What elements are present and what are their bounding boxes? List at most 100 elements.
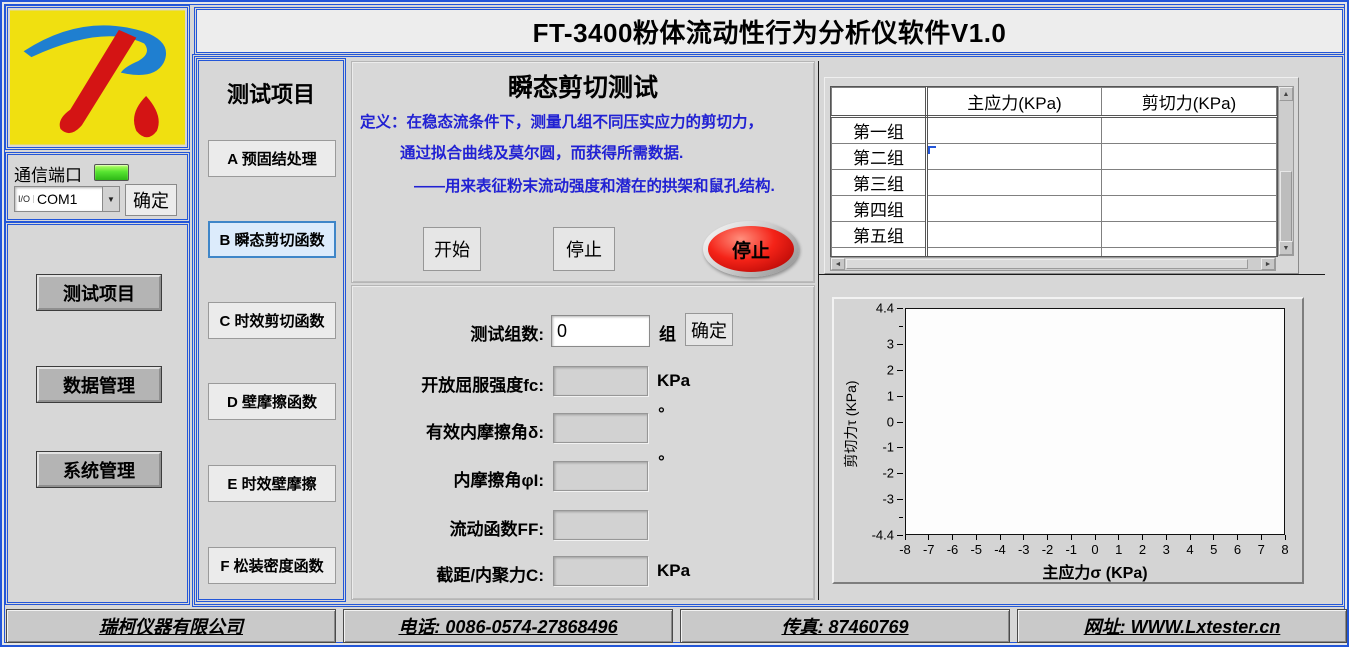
scroll-left-icon[interactable]: ◄ bbox=[831, 258, 845, 270]
menu-item-e-time-wall-friction[interactable]: E 时效壁摩擦 bbox=[208, 465, 336, 502]
delta-label: 有效内摩擦角δ: bbox=[352, 418, 544, 443]
comm-port-panel: 通信端口 I/O COM1 ▼ 确定 bbox=[7, 154, 188, 220]
row-label-group5: 第五组 bbox=[832, 222, 927, 248]
footer-bar: 瑞柯仪器有限公司 电话: 0086-0574-27868496 传真: 8746… bbox=[2, 609, 1349, 643]
vertical-divider bbox=[818, 61, 819, 600]
scroll-down-icon[interactable]: ▼ bbox=[1279, 241, 1293, 255]
vertical-scrollbar[interactable]: ▲ ▼ bbox=[1278, 86, 1294, 256]
cell-selection-marker bbox=[928, 146, 936, 154]
table-row: 第一组 bbox=[832, 117, 1277, 144]
test-groups-input[interactable] bbox=[551, 315, 650, 347]
start-button[interactable]: 开始 bbox=[423, 227, 481, 271]
menu-item-b-transient-shear[interactable]: B 瞬态剪切函数 bbox=[208, 221, 336, 258]
ff-label: 流动函数FF: bbox=[352, 515, 544, 540]
app-window: 通信端口 I/O COM1 ▼ 确定 测试项目 数据管理 系统管理 FT-340… bbox=[0, 0, 1349, 647]
stop-button[interactable]: 停止 bbox=[553, 227, 615, 271]
nav-data-management-button[interactable]: 数据管理 bbox=[37, 367, 161, 402]
row-label-group1: 第一组 bbox=[832, 117, 927, 144]
phi-value-box bbox=[553, 461, 648, 491]
delta-unit: ° bbox=[658, 404, 665, 424]
main-panel-title: 瞬态剪切测试 bbox=[352, 68, 814, 104]
test-menu-panel: 测试项目 A 预固结处理 B 瞬态剪切函数 C 时效剪切函数 D 壁摩擦函数 E… bbox=[198, 60, 344, 600]
scroll-up-icon[interactable]: ▲ bbox=[1279, 87, 1293, 101]
footer-website: 网址: WWW.Lxtester.cn bbox=[1017, 609, 1347, 643]
cell-group4-shear[interactable] bbox=[1102, 196, 1277, 222]
table-row bbox=[832, 248, 1277, 258]
definition-line-1: 定义：在稳态流条件下，测量几组不同压实应力的剪切力， bbox=[360, 110, 763, 132]
title-bar: FT-3400粉体流动性行为分析仪软件V1.0 bbox=[196, 9, 1343, 53]
ff-value-box bbox=[553, 510, 648, 540]
test-description-panel: 瞬态剪切测试 定义：在稳态流条件下，测量几组不同压实应力的剪切力， 通过拟合曲线… bbox=[351, 61, 815, 283]
x-axis-ticks: -8-7-6-5-4-3-2-1012345678 bbox=[905, 536, 1285, 558]
x-axis-label: 主应力σ (KPa) bbox=[905, 559, 1285, 583]
nav-test-items-button[interactable]: 测试项目 bbox=[37, 275, 161, 310]
results-table: 主应力(KPa) 剪切力(KPa) 第一组 第二组 bbox=[831, 87, 1277, 257]
cell-group5-stress[interactable] bbox=[927, 222, 1102, 248]
scroll-right-icon[interactable]: ► bbox=[1261, 258, 1275, 270]
io-icon: I/O bbox=[15, 195, 34, 203]
cohesion-unit: KPa bbox=[657, 561, 690, 581]
table-row: 第三组 bbox=[832, 170, 1277, 196]
logo-panel bbox=[7, 7, 188, 148]
cell-group1-stress[interactable] bbox=[927, 117, 1102, 144]
plot-area bbox=[905, 308, 1285, 535]
vertical-scrollbar-thumb[interactable] bbox=[1280, 171, 1292, 247]
nav-system-management-button[interactable]: 系统管理 bbox=[37, 452, 161, 487]
table-row: 第五组 bbox=[832, 222, 1277, 248]
cell-group2-stress[interactable] bbox=[927, 144, 1102, 170]
test-groups-confirm-button[interactable]: 确定 bbox=[685, 313, 733, 346]
fc-unit: KPa bbox=[657, 371, 690, 391]
cell-group3-stress[interactable] bbox=[927, 170, 1102, 196]
delta-value-box bbox=[553, 413, 648, 443]
emergency-stop-button[interactable]: 停止 bbox=[703, 221, 799, 277]
test-groups-label: 测试组数: bbox=[352, 320, 544, 345]
menu-item-f-bulk-density[interactable]: F 松装密度函数 bbox=[208, 547, 336, 584]
row-label-group4: 第四组 bbox=[832, 196, 927, 222]
com-port-value: COM1 bbox=[37, 191, 102, 207]
test-menu-title: 测试项目 bbox=[199, 77, 343, 109]
cell-group2-shear[interactable] bbox=[1102, 144, 1277, 170]
menu-item-a-preconsolidation[interactable]: A 预固结处理 bbox=[208, 140, 336, 177]
dropdown-arrow-icon[interactable]: ▼ bbox=[102, 187, 119, 211]
cohesion-label: 截距/内聚力C: bbox=[352, 561, 544, 586]
cell-group4-stress[interactable] bbox=[927, 196, 1102, 222]
definition-line-2: 通过拟合曲线及莫尔圆，而获得所需数据. bbox=[400, 141, 683, 163]
left-nav-panel: 测试项目 数据管理 系统管理 bbox=[7, 224, 188, 603]
com-port-select[interactable]: I/O COM1 ▼ bbox=[14, 186, 120, 212]
menu-item-c-time-shear[interactable]: C 时效剪切函数 bbox=[208, 302, 336, 339]
row-label-group3: 第三组 bbox=[832, 170, 927, 196]
table-row: 第四组 bbox=[832, 196, 1277, 222]
parameters-panel: 测试组数: 组 确定 开放屈服强度fc: KPa 有效内摩擦角δ: ° 内摩擦角… bbox=[351, 285, 815, 600]
corner-header-cell bbox=[832, 88, 927, 117]
definition-line-3: ——用来表征粉末流动强度和潜在的拱架和鼠孔结构. bbox=[414, 174, 775, 196]
comm-confirm-button[interactable]: 确定 bbox=[125, 184, 177, 216]
row-label-group2: 第二组 bbox=[832, 144, 927, 170]
y-axis-minor-tick bbox=[899, 326, 903, 327]
phi-label: 内摩擦角φI: bbox=[352, 466, 544, 491]
horizontal-divider bbox=[819, 274, 1325, 275]
footer-fax: 传真: 87460769 bbox=[680, 609, 1010, 643]
cohesion-value-box bbox=[553, 556, 648, 586]
col-header-principal-stress: 主应力(KPa) bbox=[927, 88, 1102, 117]
footer-phone: 电话: 0086-0574-27868496 bbox=[343, 609, 673, 643]
results-table-panel: 主应力(KPa) 剪切力(KPa) 第一组 第二组 bbox=[824, 77, 1299, 274]
app-title: FT-3400粉体流动性行为分析仪软件V1.0 bbox=[533, 13, 1007, 50]
comm-port-label: 通信端口 bbox=[14, 161, 82, 186]
shear-stress-chart: 4.43210-1-2-3-4.4 -8-7-6-5-4-3-2-1012345… bbox=[832, 297, 1304, 584]
cell-group1-shear[interactable] bbox=[1102, 117, 1277, 144]
phi-unit: ° bbox=[658, 452, 665, 472]
comm-led-indicator bbox=[94, 164, 129, 181]
test-groups-unit: 组 bbox=[659, 320, 676, 345]
horizontal-scrollbar-thumb[interactable] bbox=[846, 259, 1248, 269]
y-axis-label: 剪切力τ (KPa) bbox=[841, 364, 861, 484]
cell-group5-shear[interactable] bbox=[1102, 222, 1277, 248]
fc-value-box bbox=[553, 366, 648, 396]
fc-label: 开放屈服强度fc: bbox=[352, 371, 544, 396]
ruike-logo-icon bbox=[10, 10, 185, 145]
horizontal-scrollbar[interactable]: ◄ ► bbox=[830, 257, 1276, 271]
emergency-stop-label: 停止 bbox=[708, 226, 794, 272]
menu-item-d-wall-friction[interactable]: D 壁摩擦函数 bbox=[208, 383, 336, 420]
cell-group3-shear[interactable] bbox=[1102, 170, 1277, 196]
y-axis-minor-tick bbox=[899, 517, 903, 518]
footer-company: 瑞柯仪器有限公司 bbox=[6, 609, 336, 643]
